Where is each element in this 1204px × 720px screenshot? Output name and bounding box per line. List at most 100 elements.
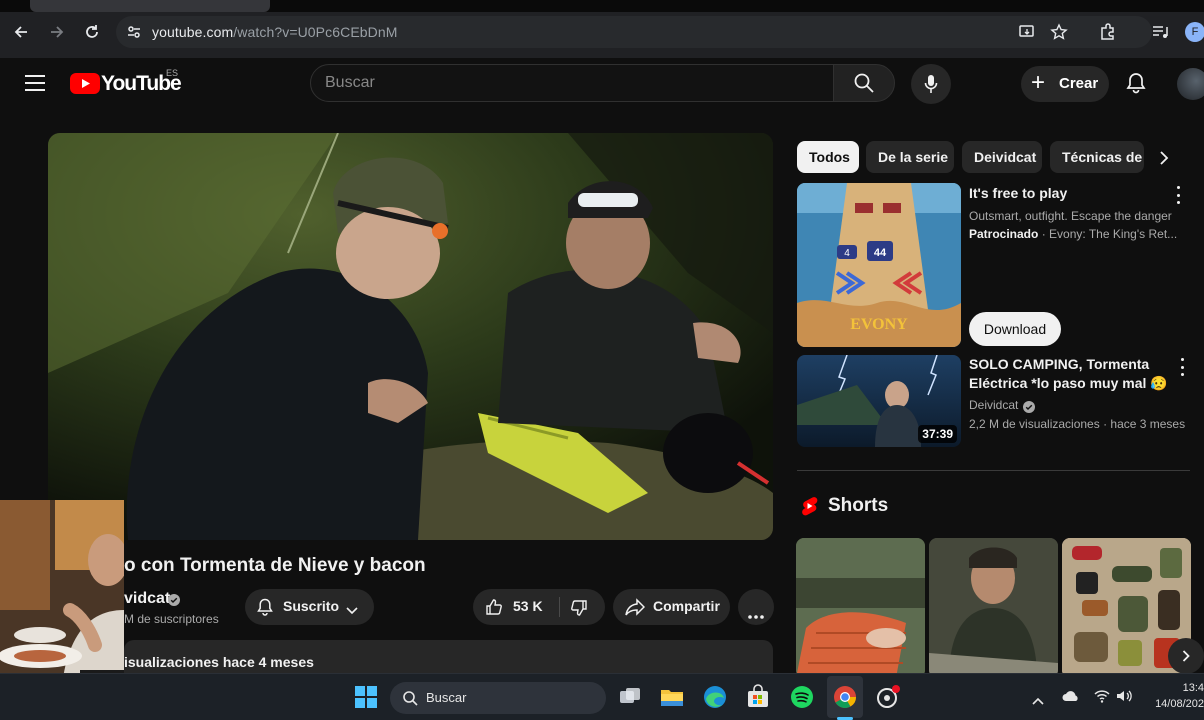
search-placeholder: Buscar (325, 74, 375, 91)
thumbs-up-icon (485, 598, 503, 621)
like-dislike-group: 53 K (473, 589, 605, 625)
clock[interactable]: 13:4 14/08/202 (1150, 680, 1204, 712)
create-label: Crear (1059, 75, 1099, 92)
ad-thumbnail[interactable]: 44 4 EVONY (797, 183, 961, 347)
channel-name-text: vidcat (124, 590, 171, 607)
shorts-next-button[interactable] (1168, 638, 1204, 674)
channel-name[interactable]: vidcat (124, 590, 170, 608)
ad-sponsor-line: Patrocinado · Evony: The King's Ret... (969, 227, 1177, 241)
share-button[interactable]: Compartir (613, 589, 730, 625)
rec-channel[interactable]: Deividcat (969, 398, 1018, 412)
chrome-icon[interactable] (832, 684, 858, 710)
youtube-logo[interactable]: YouTube ES (70, 68, 190, 98)
wifi-icon[interactable] (1094, 689, 1110, 708)
video-title: o con Tormenta de Nieve y bacon (124, 555, 426, 576)
download-button[interactable]: Download (969, 312, 1061, 346)
reload-icon[interactable] (80, 20, 104, 44)
volume-icon[interactable] (1116, 689, 1132, 708)
address-bar[interactable]: youtube.com/watch?v=U0Pc6CEbDnM (116, 16, 1152, 48)
active-tab[interactable] (30, 0, 270, 12)
file-explorer-icon[interactable] (659, 684, 685, 710)
ad-description: Outsmart, outfight. Escape the danger (969, 209, 1172, 223)
short-thumbnail-2[interactable] (929, 538, 1058, 678)
bell-icon (257, 598, 273, 621)
clock-date: 14/08/202 (1155, 698, 1204, 710)
taskbar-search-label: Buscar (426, 690, 467, 705)
notifications-bell-icon[interactable] (1126, 72, 1146, 99)
verified-icon (168, 593, 180, 611)
tab-strip (0, 0, 1204, 12)
more-actions-button[interactable] (738, 589, 774, 625)
site-info-icon[interactable] (126, 24, 142, 45)
views-and-date: isualizaciones hace 4 meses (124, 654, 314, 670)
rec-verified-icon (1023, 400, 1035, 418)
tray-chevron-up-icon[interactable] (1032, 692, 1044, 710)
ad-more-icon[interactable] (1174, 186, 1182, 204)
short-1-art (796, 538, 925, 678)
chip-de-la-serie[interactable]: De la serie (866, 141, 954, 173)
rec-more-icon[interactable] (1178, 358, 1186, 376)
microsoft-store-icon[interactable] (745, 684, 771, 710)
onedrive-icon[interactable] (1062, 689, 1080, 708)
search-button[interactable] (833, 64, 895, 102)
menu-icon[interactable] (24, 74, 46, 97)
edge-browser-icon[interactable] (702, 684, 728, 710)
sponsored-label: Patrocinado (969, 227, 1039, 241)
chevron-right-icon[interactable] (1159, 151, 1169, 170)
like-button[interactable]: 53 K (473, 589, 559, 625)
profile-avatar[interactable]: F (1185, 22, 1204, 42)
account-avatar[interactable] (1177, 68, 1204, 100)
rec-video-thumbnail[interactable]: 37:39 (797, 355, 961, 447)
create-button[interactable]: + Crear (1021, 66, 1109, 102)
section-divider (797, 470, 1190, 471)
forward-icon[interactable] (45, 20, 69, 44)
shorts-title: Shorts (828, 495, 889, 516)
dislike-button[interactable] (560, 589, 605, 625)
bookmark-star-icon[interactable] (1050, 23, 1068, 46)
extensions-icon[interactable] (1098, 22, 1118, 47)
windows-taskbar: Buscar 13:4 14/08/202 (0, 673, 1204, 720)
shorts-icon (800, 496, 818, 521)
rec-title-text: SOLO CAMPING, Tormenta Eléctrica *lo pas… (969, 356, 1150, 391)
thumb-number-4: 4 (844, 248, 850, 259)
youtube-logo-icon (70, 73, 100, 94)
subscribed-button[interactable]: Suscrito (245, 589, 374, 625)
chip-tecnicas[interactable]: Técnicas de (1050, 141, 1144, 173)
spotify-icon[interactable] (789, 684, 815, 710)
chevron-down-icon (346, 602, 358, 620)
rec-video-title[interactable]: SOLO CAMPING, Tormenta Eléctrica *lo pas… (969, 355, 1169, 393)
clock-time: 13:4 (1182, 682, 1204, 694)
share-icon (625, 598, 646, 621)
thumb-number-44: 44 (874, 247, 887, 259)
subscribed-label: Suscrito (283, 598, 340, 614)
task-view-icon[interactable] (617, 684, 643, 710)
more-horizontal-icon (748, 606, 764, 624)
search-input[interactable]: Buscar (310, 64, 834, 102)
browser-toolbar: youtube.com/watch?v=U0Pc6CEbDnM F (0, 0, 1204, 58)
chip-todos[interactable]: Todos (797, 141, 859, 173)
rec-channel-name: Deividcat (969, 398, 1019, 412)
youtube-header: YouTube ES Buscar + Crear (0, 58, 1204, 114)
region-code: ES (166, 68, 179, 78)
ad-thumbnail-art: 44 4 EVONY (797, 183, 961, 347)
taskbar-search-icon (402, 690, 418, 711)
voice-search-button[interactable] (911, 64, 951, 104)
video-frame (48, 133, 773, 540)
back-icon[interactable] (9, 20, 33, 44)
subscriber-count: M de suscriptores (124, 612, 219, 626)
thumbs-down-icon (570, 599, 588, 622)
media-control-icon[interactable] (1150, 22, 1170, 47)
url-text: youtube.com/watch?v=U0Pc6CEbDnM (152, 24, 398, 40)
sad-emoji-icon: 😥 (1150, 375, 1168, 391)
video-player[interactable] (48, 133, 773, 540)
recording-app-icon[interactable] (875, 684, 901, 710)
install-app-icon[interactable] (1018, 23, 1036, 46)
chip-deividcat[interactable]: Deividcat (962, 141, 1042, 173)
microphone-icon (924, 75, 938, 93)
short-thumbnail-1[interactable] (796, 538, 925, 678)
share-label: Compartir (653, 598, 720, 614)
windows-start-icon[interactable] (353, 684, 379, 710)
ad-title[interactable]: It's free to play (969, 184, 1159, 203)
like-count: 53 K (513, 598, 543, 614)
taskbar-search[interactable]: Buscar (390, 682, 606, 714)
